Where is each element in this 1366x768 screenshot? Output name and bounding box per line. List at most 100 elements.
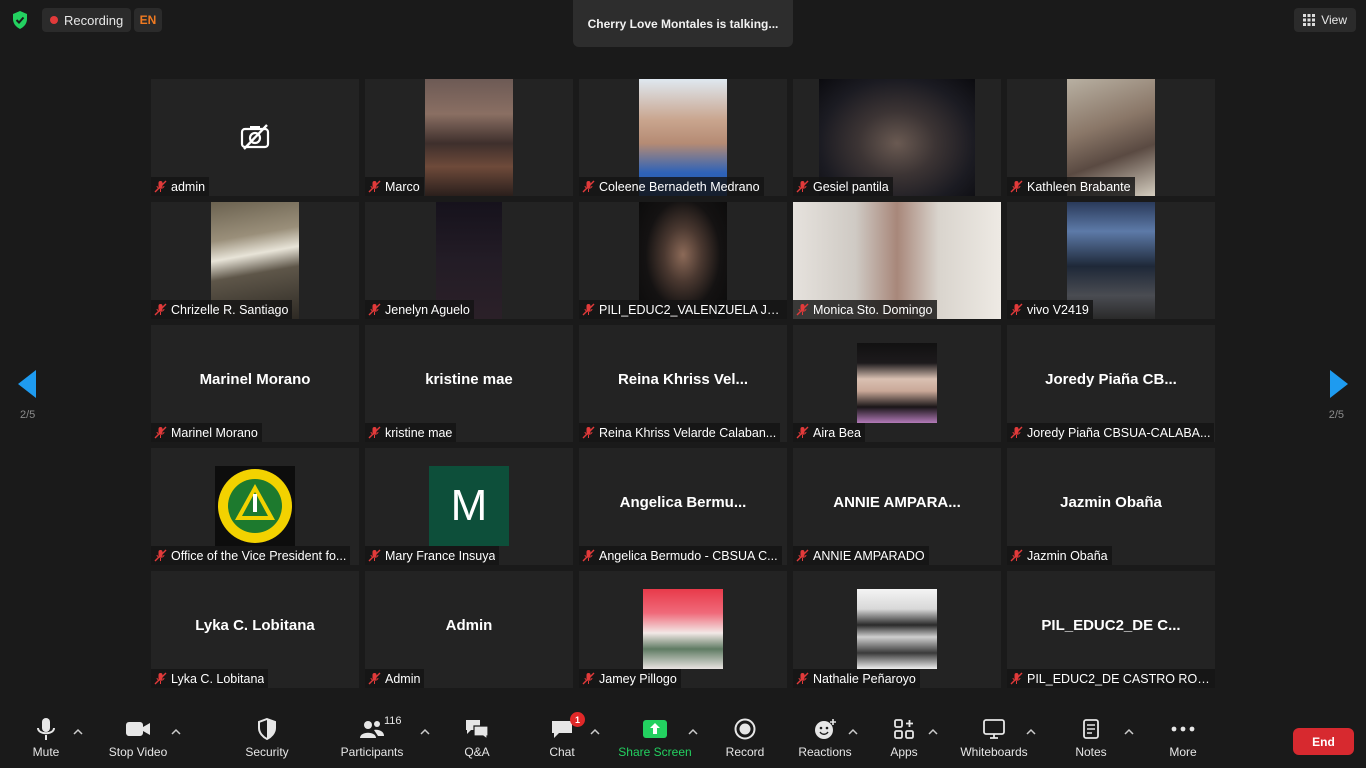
participant-tile[interactable]: Coleene Bernadeth Medrano xyxy=(579,79,787,196)
muted-mic-icon xyxy=(582,303,595,316)
video-options-chevron-icon[interactable] xyxy=(171,728,181,736)
more-button[interactable]: More xyxy=(1166,714,1200,766)
chat-button[interactable]: 1 Chat xyxy=(547,712,585,766)
apps-options-chevron-icon[interactable] xyxy=(928,728,938,736)
participant-tile[interactable]: Jazmin Obaña Jazmin Obaña xyxy=(1007,448,1215,565)
participants-options-chevron-icon[interactable] xyxy=(420,728,430,736)
next-page-arrow-icon[interactable] xyxy=(1326,368,1350,400)
encryption-shield-icon[interactable] xyxy=(10,10,30,30)
participant-tile[interactable]: Chrizelle R. Santiago xyxy=(151,202,359,319)
participant-name: Jenelyn Aguelo xyxy=(385,302,470,317)
qa-chat-bubbles-icon xyxy=(466,720,489,740)
qa-button[interactable]: Q&A xyxy=(460,714,494,766)
muted-mic-icon xyxy=(1010,672,1023,685)
chat-label: Chat xyxy=(549,745,575,759)
muted-mic-icon xyxy=(582,549,595,562)
participant-tile[interactable]: Jenelyn Aguelo xyxy=(365,202,573,319)
muted-mic-icon xyxy=(582,672,595,685)
participant-display-name: Lyka C. Lobitana xyxy=(195,617,315,634)
participants-icon xyxy=(360,721,384,738)
record-button[interactable]: Record xyxy=(724,714,766,766)
participant-name: kristine mae xyxy=(385,425,453,440)
participant-tile[interactable]: Gesiel pantila xyxy=(793,79,1001,196)
video-camera-icon xyxy=(126,722,150,736)
participant-tile[interactable]: Admin Admin xyxy=(365,571,573,688)
participant-tile[interactable]: Office of the Vice President fo... xyxy=(151,448,359,565)
participant-tile[interactable]: admin xyxy=(151,79,359,196)
participant-name: Nathalie Peñaroyo xyxy=(813,671,916,686)
security-button[interactable]: Security xyxy=(242,714,292,766)
university-seal-logo xyxy=(215,466,295,546)
whiteboards-options-chevron-icon[interactable] xyxy=(1026,728,1036,736)
participant-tile[interactable]: Joredy Piaña CB... Joredy Piaña CBSUA-CA… xyxy=(1007,325,1215,442)
reactions-options-chevron-icon[interactable] xyxy=(848,728,858,736)
record-icon xyxy=(734,718,756,740)
mute-options-chevron-icon[interactable] xyxy=(73,728,83,736)
participant-tile[interactable]: kristine mae kristine mae xyxy=(365,325,573,442)
participant-tile[interactable]: ANNIE AMPARA... ANNIE AMPARADO xyxy=(793,448,1001,565)
share-options-chevron-icon[interactable] xyxy=(688,728,698,736)
muted-mic-icon xyxy=(796,180,809,193)
participant-name: ANNIE AMPARADO xyxy=(813,548,925,563)
participant-name: admin xyxy=(171,179,206,194)
reactions-label: Reactions xyxy=(798,745,852,759)
participant-tile[interactable]: Reina Khriss Vel... Reina Khriss Velarde… xyxy=(579,325,787,442)
language-button[interactable]: EN xyxy=(134,8,162,32)
stop-video-button[interactable]: Stop Video xyxy=(104,714,172,766)
participant-tile[interactable]: Monica Sto. Domingo xyxy=(793,202,1001,319)
participant-tile[interactable]: PIL_EDUC2_DE C... PIL_EDUC2_DE CASTRO RO… xyxy=(1007,571,1215,688)
mute-button[interactable]: Mute xyxy=(26,714,66,766)
reactions-button[interactable]: Reactions xyxy=(797,714,853,766)
participant-name: Lyka C. Lobitana xyxy=(171,671,265,686)
microphone-icon xyxy=(37,718,55,740)
view-button[interactable]: View xyxy=(1294,8,1356,32)
share-screen-arrow-icon xyxy=(643,720,667,738)
muted-mic-icon xyxy=(796,303,809,316)
end-meeting-button[interactable]: End xyxy=(1293,728,1354,755)
active-speaker-banner: Cherry Love Montales is talking... xyxy=(573,0,793,47)
recording-indicator[interactable]: Recording xyxy=(42,8,132,32)
participant-display-name: PIL_EDUC2_DE C... xyxy=(1041,617,1181,634)
participant-name: Monica Sto. Domingo xyxy=(813,302,933,317)
participant-avatar xyxy=(857,343,937,423)
participant-tile[interactable]: Jamey Pillogo xyxy=(579,571,787,688)
share-screen-button[interactable]: Share Screen xyxy=(618,714,692,766)
notes-options-chevron-icon[interactable] xyxy=(1124,728,1134,736)
participant-tile[interactable]: Angelica Bermu... Angelica Bermudo - CBS… xyxy=(579,448,787,565)
chat-unread-badge: 1 xyxy=(570,712,585,727)
participant-tile[interactable]: Aira Bea xyxy=(793,325,1001,442)
muted-mic-icon xyxy=(1010,180,1023,193)
participant-display-name: Angelica Bermu... xyxy=(619,494,747,511)
page-indicator-right: 2/5 xyxy=(1328,409,1344,421)
muted-mic-icon xyxy=(154,426,167,439)
chat-options-chevron-icon[interactable] xyxy=(590,728,600,736)
participant-tile[interactable]: vivo V2419 xyxy=(1007,202,1215,319)
participant-name: Chrizelle R. Santiago xyxy=(171,302,289,317)
participant-name: Aira Bea xyxy=(813,425,861,440)
security-label: Security xyxy=(245,745,289,759)
muted-mic-icon xyxy=(1010,303,1023,316)
whiteboards-button[interactable]: Whiteboards xyxy=(958,714,1030,766)
participant-tile[interactable]: M Mary France Insuya xyxy=(365,448,573,565)
participant-tile[interactable]: Nathalie Peñaroyo xyxy=(793,571,1001,688)
participant-tile[interactable]: PILI_EDUC2_VALENZUELA JHO... xyxy=(579,202,787,319)
participant-tile[interactable]: Marinel Morano Marinel Morano xyxy=(151,325,359,442)
more-dots-icon xyxy=(1171,726,1195,732)
apps-button[interactable]: Apps xyxy=(887,714,921,766)
page-indicator-left: 2/5 xyxy=(20,409,36,421)
notes-icon xyxy=(1083,719,1099,739)
participant-tile[interactable]: Marco xyxy=(365,79,573,196)
notes-button[interactable]: Notes xyxy=(1072,714,1110,766)
participant-name: Office of the Vice President fo... xyxy=(171,548,347,563)
participant-display-name: kristine mae xyxy=(425,371,513,388)
participant-tile[interactable]: Lyka C. Lobitana Lyka C. Lobitana xyxy=(151,571,359,688)
view-label: View xyxy=(1321,13,1347,27)
participant-tile[interactable]: Kathleen Brabante xyxy=(1007,79,1215,196)
muted-mic-icon xyxy=(368,426,381,439)
participants-button[interactable]: Participants 116 xyxy=(338,714,406,766)
previous-page-arrow-icon[interactable] xyxy=(16,368,40,400)
gallery-grid: admin Marco Coleene Bernadeth Medrano Ge… xyxy=(151,79,1215,688)
muted-mic-icon xyxy=(154,672,167,685)
participant-name: Jazmin Obaña xyxy=(1027,548,1108,563)
whiteboard-icon xyxy=(983,719,1005,739)
